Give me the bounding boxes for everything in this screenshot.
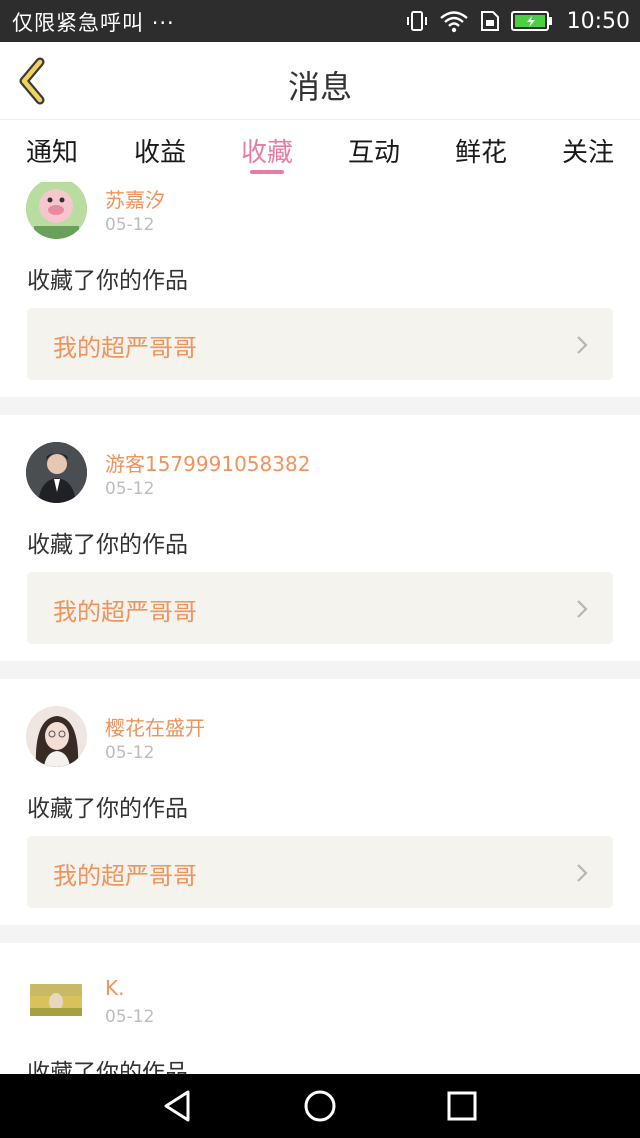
system-nav-bar xyxy=(0,1074,640,1138)
triangle-back-icon xyxy=(164,1090,190,1122)
work-title: 我的超严哥哥 xyxy=(53,598,197,626)
tab-follows[interactable]: 关注 xyxy=(562,132,614,169)
tab-notifications[interactable]: 通知 xyxy=(26,132,78,169)
tab-earnings[interactable]: 收益 xyxy=(134,132,186,169)
tab-favorites[interactable]: 收藏 xyxy=(241,132,293,169)
active-tab-indicator xyxy=(250,170,284,174)
avatar[interactable] xyxy=(26,970,87,1031)
message-card: 苏嘉汐 05-12 收藏了你的作品 我的超严哥哥 xyxy=(0,182,640,397)
message-date: 05-12 xyxy=(105,743,155,763)
nav-home-button[interactable] xyxy=(302,1088,338,1124)
status-time: 10:50 xyxy=(566,8,630,34)
battery-icon xyxy=(510,11,552,31)
action-text: 收藏了你的作品 xyxy=(27,796,188,822)
status-icons: 10:50 xyxy=(405,8,630,34)
chevron-right-icon xyxy=(577,336,588,354)
carrier-text: 仅限紧急呼叫 xyxy=(12,11,144,35)
avatar[interactable] xyxy=(26,182,87,239)
pig-avatar-image xyxy=(26,182,87,239)
square-recents-icon xyxy=(447,1091,477,1121)
message-date: 05-12 xyxy=(105,215,155,235)
girl-avatar-image xyxy=(26,706,87,767)
page-title: 消息 xyxy=(287,68,352,106)
app-header: 消息 xyxy=(0,42,640,120)
nav-back-button[interactable] xyxy=(160,1088,196,1124)
tab-interactions[interactable]: 互动 xyxy=(348,132,400,169)
chevron-right-icon xyxy=(577,864,588,882)
message-date: 05-12 xyxy=(105,479,155,499)
vibrate-icon xyxy=(406,11,427,31)
avatar[interactable] xyxy=(26,706,87,767)
nav-recents-button[interactable] xyxy=(444,1088,480,1124)
action-text: 收藏了你的作品 xyxy=(27,532,188,558)
more-notifications-indicator: ··· xyxy=(151,11,175,35)
status-carrier: 仅限紧急呼叫 ··· xyxy=(12,7,175,37)
work-title: 我的超严哥哥 xyxy=(53,334,197,362)
work-title: 我的超严哥哥 xyxy=(53,862,197,890)
chevron-right-icon xyxy=(577,600,588,618)
wifi-icon xyxy=(439,11,468,33)
username[interactable]: 樱花在盛开 xyxy=(105,712,205,741)
work-link[interactable]: 我的超严哥哥 xyxy=(27,836,613,908)
work-link[interactable]: 我的超严哥哥 xyxy=(27,308,613,380)
action-text: 收藏了你的作品 xyxy=(27,1060,188,1074)
landscape-avatar-image xyxy=(30,984,82,1016)
tab-bar: 通知 收益 收藏 互动 鲜花 关注 xyxy=(0,120,640,182)
tab-flowers[interactable]: 鲜花 xyxy=(455,132,507,169)
username[interactable]: 苏嘉汐 xyxy=(105,184,165,213)
username[interactable]: K. xyxy=(105,976,124,1000)
message-card: K. 05-12 收藏了你的作品 xyxy=(0,943,640,1074)
message-date: 05-12 xyxy=(105,1007,155,1027)
circle-home-icon xyxy=(304,1090,336,1122)
work-link[interactable]: 我的超严哥哥 xyxy=(27,572,613,644)
message-feed[interactable]: 苏嘉汐 05-12 收藏了你的作品 我的超严哥哥 游客1579991058382… xyxy=(0,182,640,1074)
man-avatar-image xyxy=(26,442,87,503)
avatar[interactable] xyxy=(26,442,87,503)
username[interactable]: 游客1579991058382 xyxy=(105,448,310,477)
no-sim-icon xyxy=(480,11,499,31)
status-bar: 仅限紧急呼叫 ··· 10:50 xyxy=(0,0,640,42)
action-text: 收藏了你的作品 xyxy=(27,268,188,294)
message-card: 樱花在盛开 05-12 收藏了你的作品 我的超严哥哥 xyxy=(0,679,640,925)
message-card: 游客1579991058382 05-12 收藏了你的作品 我的超严哥哥 xyxy=(0,415,640,661)
